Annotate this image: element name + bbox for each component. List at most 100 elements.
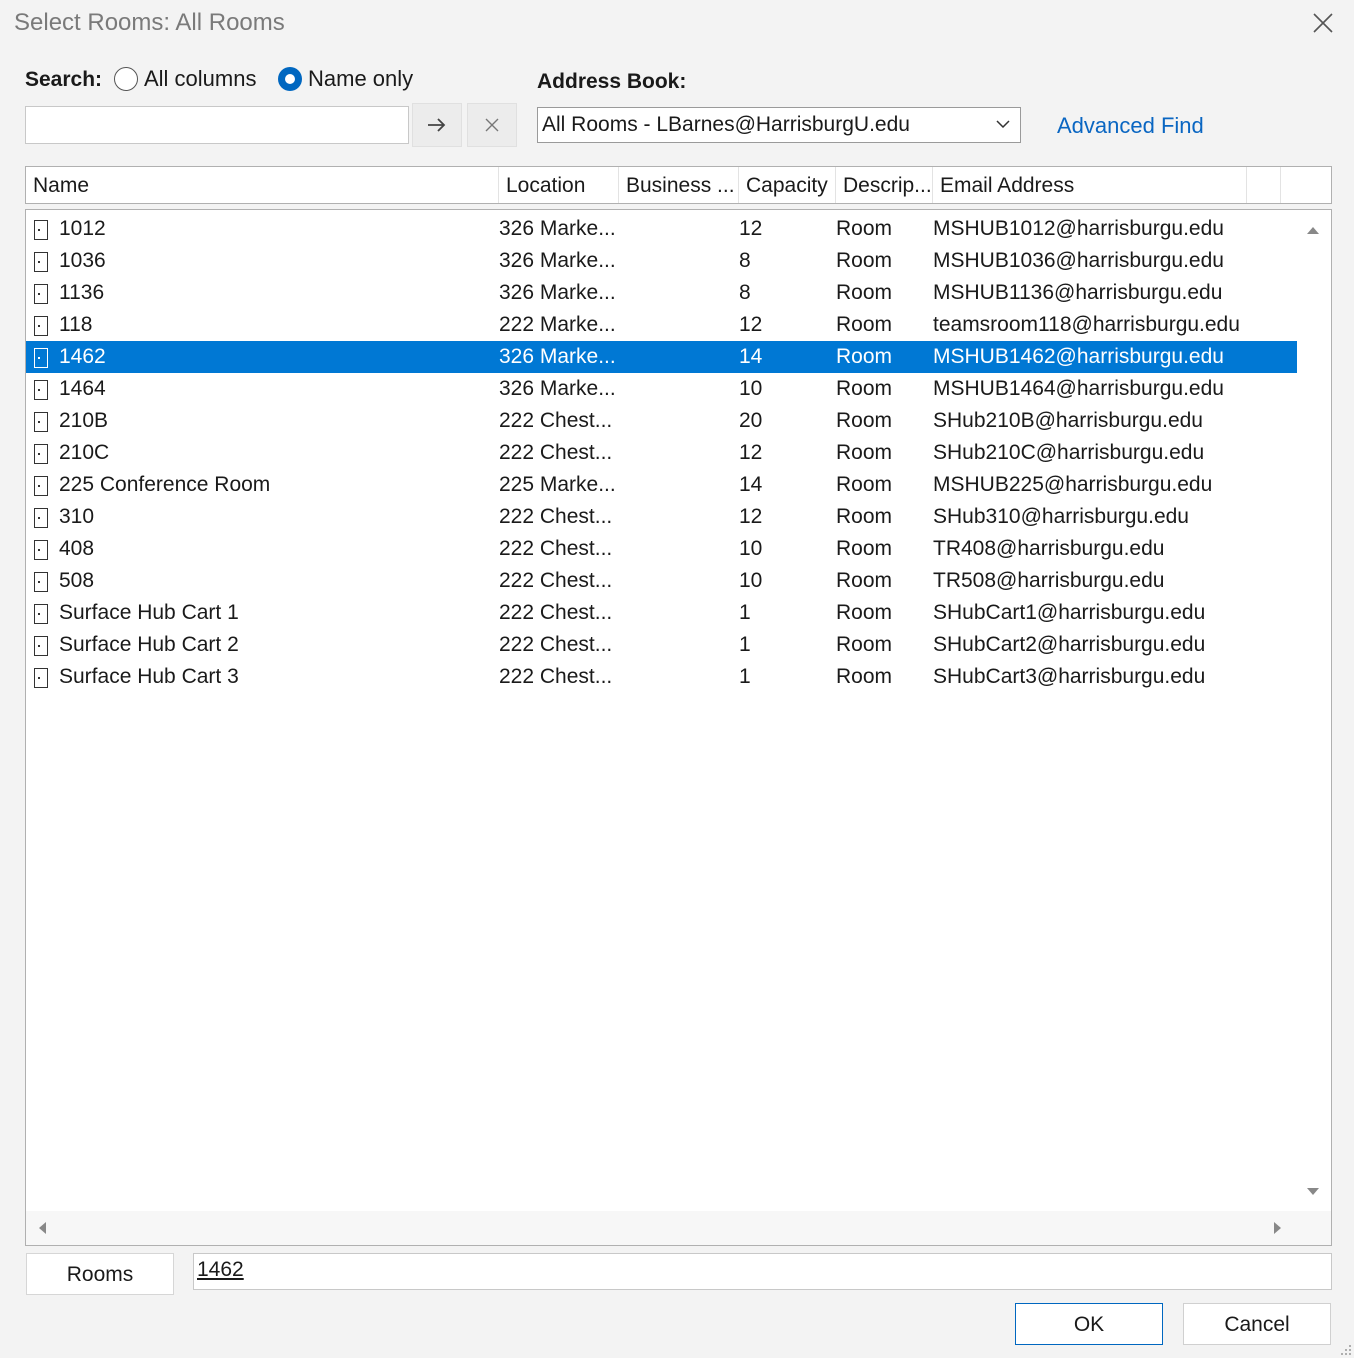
window-title: Select Rooms: All Rooms: [14, 9, 285, 36]
list-item[interactable]: Surface Hub Cart 1 222 Chest... 1 Room SHubC…: [26, 597, 1297, 629]
radio-name-only-label: Name only: [308, 66, 414, 91]
close-button[interactable]: [1300, 0, 1346, 46]
list-item[interactable]: 210B 222 Chest... 20 Room SHub210B@harrisbur…: [26, 405, 1297, 437]
radio-all-columns[interactable]: All columns: [114, 66, 256, 92]
scroll-up-icon[interactable]: [1307, 226, 1319, 234]
cell-location: 225 Marke...: [499, 473, 616, 496]
vertical-scrollbar[interactable]: [1297, 210, 1331, 1210]
column-business[interactable]: Business ...: [619, 167, 739, 203]
cell-capacity: 10: [739, 537, 763, 560]
cell-capacity: 1: [739, 633, 751, 656]
cell-description: Room: [836, 633, 893, 656]
list-item[interactable]: 1136 326 Marke... 8 Room MSHUB1136@harrisbur…: [26, 277, 1297, 309]
ok-button[interactable]: OK: [1015, 1303, 1163, 1345]
resize-grip-icon[interactable]: [1338, 1342, 1352, 1356]
clear-search-button[interactable]: [467, 103, 517, 147]
address-book-label: Address Book:: [537, 70, 687, 93]
list-item[interactable]: 210C 222 Chest... 12 Room SHub210C@harrisbur…: [26, 437, 1297, 469]
cell-name: 1012: [59, 217, 106, 240]
list-item[interactable]: 1012 326 Marke... 12 Room MSHUB1012@harrisbu…: [26, 213, 1297, 245]
list-item[interactable]: 1036 326 Marke... 8 Room MSHUB1036@harrisbur…: [26, 245, 1297, 277]
cell-location: 222 Chest...: [499, 601, 613, 624]
cell-capacity: 8: [739, 281, 751, 304]
room-icon: [34, 636, 48, 656]
column-email[interactable]: Email Address: [933, 167, 1247, 203]
list-item[interactable]: Surface Hub Cart 2 222 Chest... 1 Room SHubC…: [26, 629, 1297, 661]
list-item[interactable]: 225 Conference Room 225 Marke... 14 Room MSH…: [26, 469, 1297, 501]
go-button[interactable]: [412, 103, 462, 147]
room-icon: [34, 284, 48, 304]
horizontal-scrollbar[interactable]: [26, 1211, 1331, 1245]
cell-description: Room: [836, 601, 893, 624]
scroll-down-icon[interactable]: [1307, 1188, 1319, 1196]
cell-email: TR408@harrisburgu.edu: [933, 537, 1165, 560]
cell-description: Room: [836, 377, 893, 400]
search-input[interactable]: [25, 106, 409, 144]
cell-name: 210B: [59, 409, 109, 432]
rooms-list[interactable]: 1012 326 Marke... 12 Room MSHUB1012@harrisbu…: [25, 209, 1332, 1246]
room-icon: [34, 604, 48, 624]
list-item[interactable]: 508 222 Chest... 10 Room TR508@harrisburgu.e…: [26, 565, 1297, 597]
cell-email: SHub210B@harrisburgu.edu: [933, 409, 1203, 432]
cell-name: 508: [59, 569, 95, 592]
cell-description: Room: [836, 505, 893, 528]
cell-name: Surface Hub Cart 2: [59, 633, 239, 656]
room-icon: [34, 444, 48, 464]
cell-location: 326 Marke...: [499, 281, 616, 304]
radio-name-only[interactable]: Name only: [278, 66, 413, 92]
list-item[interactable]: Surface Hub Cart 3 222 Chest... 1 Room SHubC…: [26, 661, 1297, 693]
list-item[interactable]: 310 222 Chest... 12 Room SHub310@harrisburgu…: [26, 501, 1297, 533]
radio-circle: [114, 67, 138, 91]
scroll-right-icon[interactable]: [1274, 1222, 1282, 1234]
column-description[interactable]: Descrip...: [836, 167, 933, 203]
cell-capacity: 12: [739, 217, 763, 240]
address-book-selected: All Rooms - LBarnes@HarrisburgU.edu: [542, 113, 910, 136]
cell-capacity: 20: [739, 409, 763, 432]
cancel-button[interactable]: Cancel: [1183, 1303, 1331, 1345]
cell-description: Room: [836, 473, 893, 496]
cell-location: 222 Chest...: [499, 505, 613, 528]
rooms-selection-field[interactable]: 1462: [193, 1253, 1332, 1290]
cell-name: 210C: [59, 441, 110, 464]
cell-location: 326 Marke...: [499, 249, 616, 272]
cell-location: 222 Chest...: [499, 409, 613, 432]
column-name[interactable]: Name: [26, 167, 499, 203]
room-icon: [34, 316, 48, 336]
cell-email: MSHUB1464@harrisburgu.edu: [933, 377, 1224, 400]
clear-icon: [485, 118, 499, 132]
cell-location: 222 Marke...: [499, 313, 616, 336]
cell-location: 222 Chest...: [499, 441, 613, 464]
cell-email: TR508@harrisburgu.edu: [933, 569, 1165, 592]
list-item[interactable]: 118 222 Marke... 12 Room teamsroom118@harris…: [26, 309, 1297, 341]
cell-capacity: 10: [739, 569, 763, 592]
cell-email: SHubCart1@harrisburgu.edu: [933, 601, 1206, 624]
list-item[interactable]: 1462 326 Marke... 14 Room MSHUB1462@harrisbu…: [26, 341, 1297, 373]
cell-email: SHub310@harrisburgu.edu: [933, 505, 1189, 528]
cell-description: Room: [836, 217, 893, 240]
room-icon: [34, 252, 48, 272]
column-location[interactable]: Location: [499, 167, 619, 203]
list-item[interactable]: 408 222 Chest... 10 Room TR408@harrisburgu.e…: [26, 533, 1297, 565]
cell-email: MSHUB225@harrisburgu.edu: [933, 473, 1213, 496]
cell-location: 222 Chest...: [499, 537, 613, 560]
rooms-selection-value: 1462: [197, 1258, 244, 1281]
cell-description: Room: [836, 249, 893, 272]
cell-name: 1036: [59, 249, 106, 272]
scroll-left-icon[interactable]: [38, 1222, 46, 1234]
cell-capacity: 12: [739, 441, 763, 464]
address-book-dropdown[interactable]: All Rooms - LBarnes@HarrisburgU.edu: [537, 107, 1021, 143]
cell-name: 1464: [59, 377, 106, 400]
cell-location: 326 Marke...: [499, 217, 616, 240]
cell-location: 222 Chest...: [499, 633, 613, 656]
cell-email: teamsroom118@harrisburgu.edu: [933, 313, 1240, 336]
room-icon: [34, 380, 48, 400]
rooms-button[interactable]: Rooms: [26, 1253, 174, 1295]
list-item[interactable]: 1464 326 Marke... 10 Room MSHUB1464@harrisbu…: [26, 373, 1297, 405]
cell-description: Room: [836, 281, 893, 304]
column-capacity[interactable]: Capacity: [739, 167, 836, 203]
advanced-find-link[interactable]: Advanced Find: [1057, 113, 1204, 139]
cell-location: 326 Marke...: [499, 345, 616, 368]
cell-name: 225 Conference Room: [59, 473, 271, 496]
cell-email: MSHUB1036@harrisburgu.edu: [933, 249, 1224, 272]
cell-email: MSHUB1012@harrisburgu.edu: [933, 217, 1224, 240]
